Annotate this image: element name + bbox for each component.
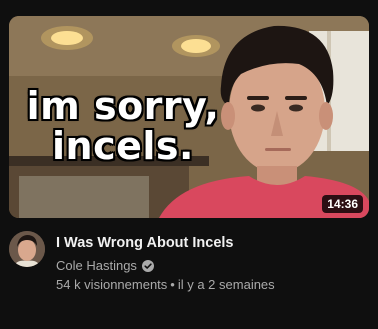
- stats-separator: •: [170, 277, 175, 292]
- channel-avatar[interactable]: [9, 231, 45, 267]
- video-title[interactable]: I Was Wrong About Incels: [56, 233, 356, 253]
- upload-age: il y a 2 semaines: [177, 277, 275, 292]
- channel-info[interactable]: Cole Hastings: [56, 257, 154, 275]
- video-stats: 54 k visionnements • il y a 2 semaines: [56, 276, 275, 294]
- verified-check-icon: [141, 260, 154, 272]
- thumbnail-caption: im sorry, incels.: [23, 86, 223, 166]
- avatar-icon: [9, 231, 45, 267]
- video-thumbnail[interactable]: im sorry, incels. 14:36: [9, 16, 369, 218]
- video-details: I Was Wrong About Incels Cole Hastings 5…: [9, 231, 369, 301]
- channel-name[interactable]: Cole Hastings: [56, 257, 137, 275]
- thumbnail-caption-line-1: im sorry,: [26, 84, 220, 128]
- view-count: 54 k visionnements: [56, 277, 168, 292]
- thumbnail-caption-line-2: incels.: [52, 124, 194, 168]
- duration-badge: 14:36: [322, 195, 363, 213]
- video-card[interactable]: im sorry, incels. 14:36 I Was Wrong Abou…: [0, 0, 378, 329]
